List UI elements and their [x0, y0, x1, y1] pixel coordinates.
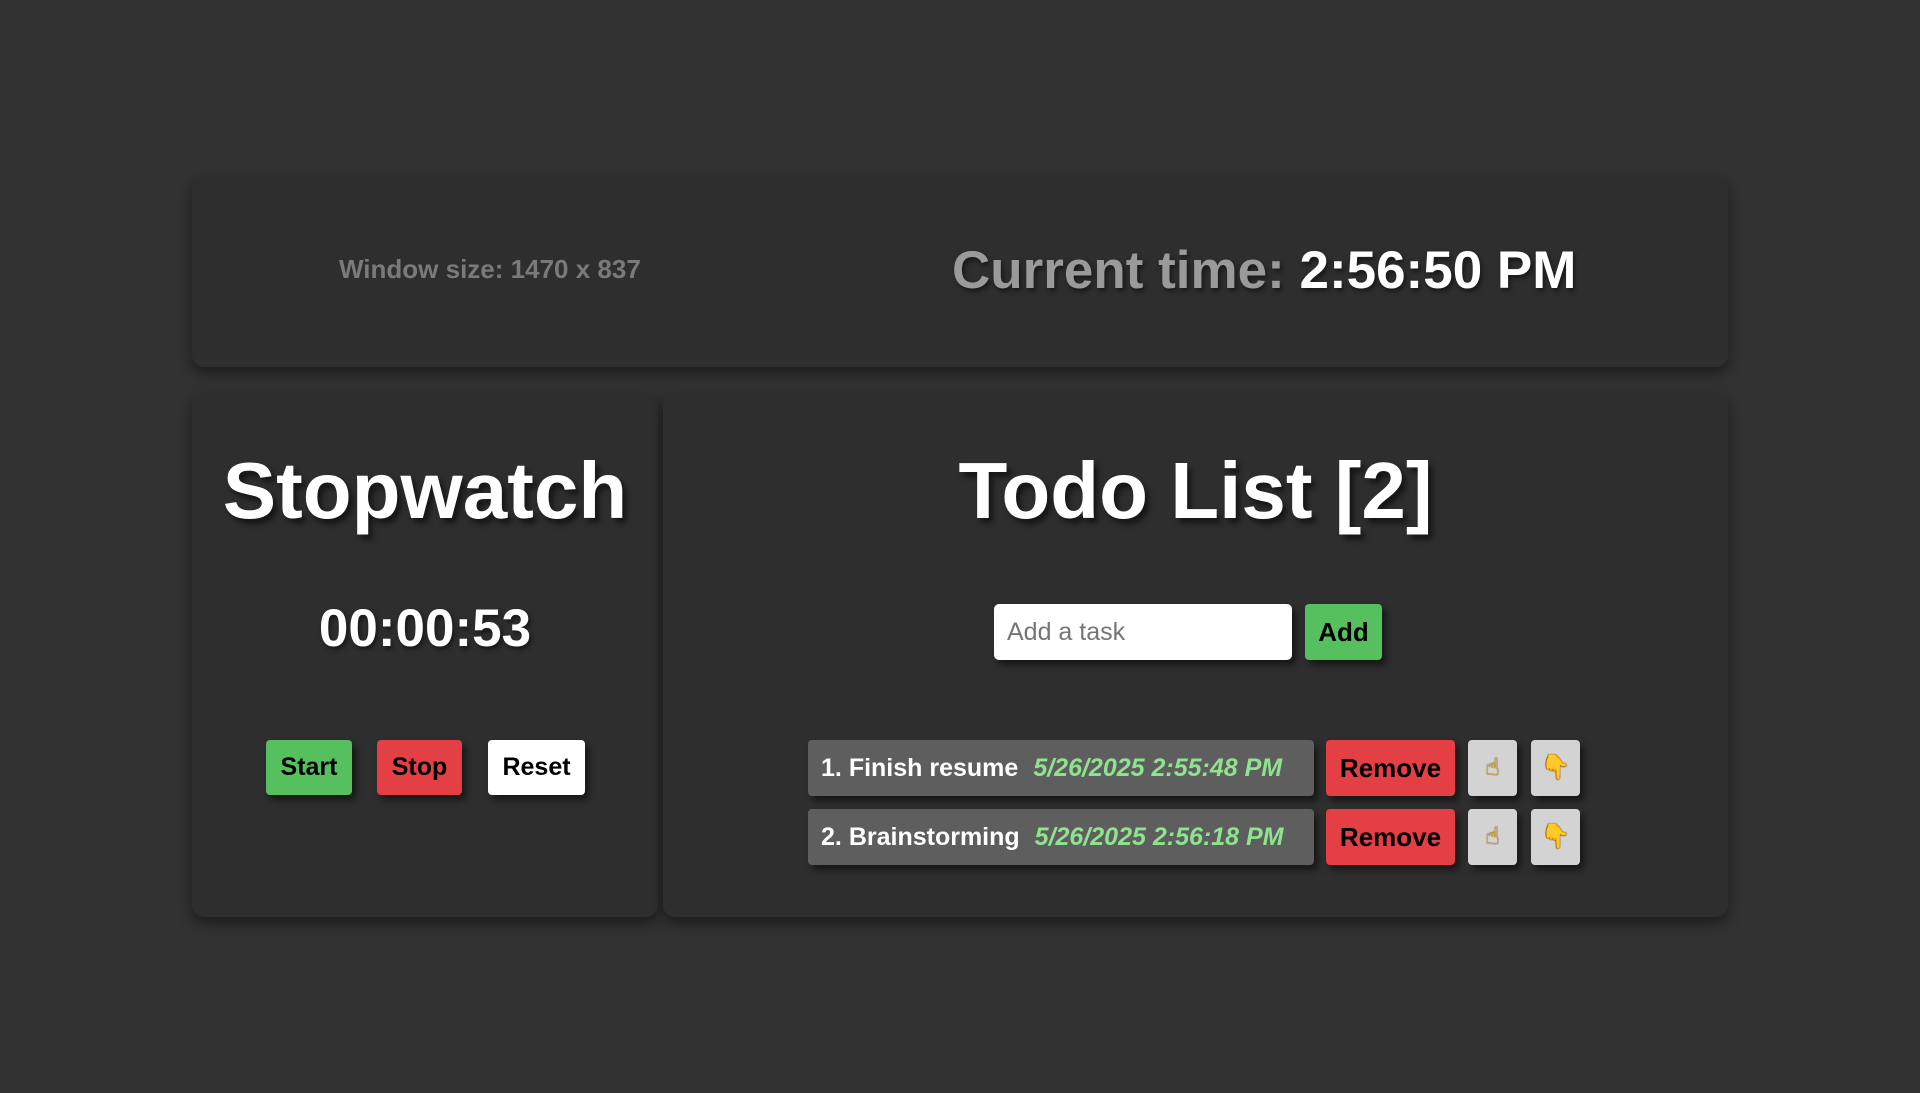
- task-input[interactable]: [994, 604, 1292, 660]
- remove-button[interactable]: Remove: [1326, 740, 1455, 796]
- pointing-down-hand-icon: 👇: [1540, 823, 1571, 850]
- todo-item-index: 1.: [821, 753, 842, 782]
- todo-item-date: 5/26/2025 2:55:48 PM: [1033, 753, 1283, 782]
- move-up-button[interactable]: ☝: [1468, 740, 1517, 796]
- todo-item-index: 2.: [821, 822, 842, 851]
- stopwatch-panel: Stopwatch 00:00:53 Start Stop Reset: [192, 393, 658, 917]
- add-task-button[interactable]: Add: [1305, 604, 1382, 660]
- pointing-up-hand-icon: ☝: [1485, 823, 1500, 850]
- move-down-button[interactable]: 👇: [1531, 740, 1580, 796]
- todo-item-text: 2. Brainstorming 5/26/2025 2:56:18 PM: [808, 809, 1314, 865]
- start-button[interactable]: Start: [266, 740, 352, 795]
- todo-title: Todo List [2]: [958, 446, 1433, 535]
- stopwatch-title: Stopwatch: [222, 446, 628, 535]
- current-time-value: 2:56:50 PM: [1299, 241, 1577, 300]
- todo-panel: Todo List [2] Add 1. Finish resume 5/26/2…: [663, 393, 1728, 917]
- current-time: Current time: 2:56:50 PM: [952, 240, 1576, 301]
- stopwatch-time: 00:00:53: [318, 599, 532, 658]
- todo-item-label: Finish resume: [848, 753, 1019, 782]
- reset-button[interactable]: Reset: [488, 740, 585, 795]
- stop-button[interactable]: Stop: [377, 740, 462, 795]
- remove-button[interactable]: Remove: [1326, 809, 1455, 865]
- todo-item-text: 1. Finish resume 5/26/2025 2:55:48 PM: [808, 740, 1314, 796]
- current-time-label: Current time:: [952, 241, 1300, 300]
- pointing-up-hand-icon: ☝: [1485, 754, 1500, 781]
- todo-item-label: Brainstorming: [848, 822, 1020, 851]
- todo-item-date: 5/26/2025 2:56:18 PM: [1034, 822, 1284, 851]
- move-down-button[interactable]: 👇: [1531, 809, 1580, 865]
- window-size-text: Window size: 1470 x 837: [339, 254, 641, 284]
- move-up-button[interactable]: ☝: [1468, 809, 1517, 865]
- header-bar: Window size: 1470 x 837 Current time: 2:…: [192, 176, 1728, 367]
- pointing-down-hand-icon: 👇: [1540, 754, 1571, 781]
